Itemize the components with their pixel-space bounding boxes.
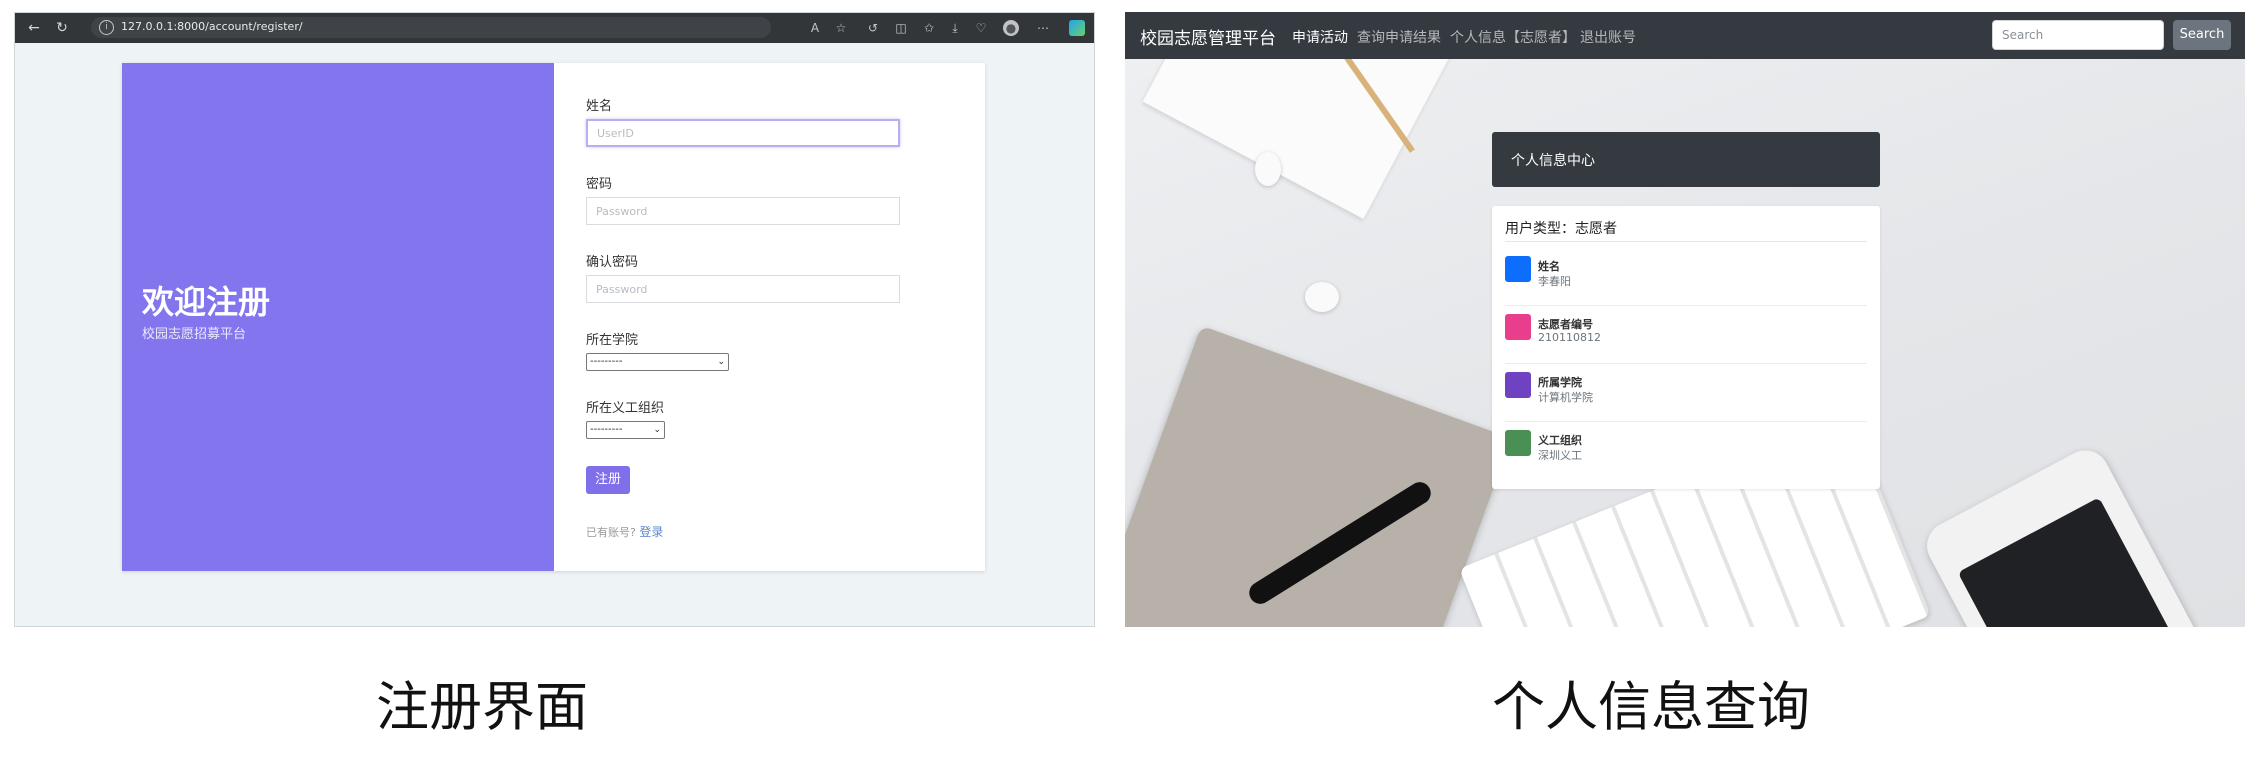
caption-info-query: 个人信息查询 xyxy=(1492,677,1810,738)
profile-avatar-icon[interactable]: ● xyxy=(1003,20,1019,36)
register-button[interactable]: 注册 xyxy=(586,466,630,494)
row-label: 姓名 xyxy=(1538,260,1560,273)
color-swatch xyxy=(1505,314,1531,340)
earbud-image xyxy=(1305,282,1339,312)
divider xyxy=(1505,241,1867,242)
caption-register: 注册界面 xyxy=(376,677,588,738)
fabric-notebook-image xyxy=(1125,325,1512,627)
chevron-down-icon: ⌄ xyxy=(653,425,661,435)
row-label: 义工组织 xyxy=(1538,434,1582,447)
org-select[interactable]: --------- ⌄ xyxy=(586,421,665,439)
refresh-tab-icon[interactable]: ↺ xyxy=(865,20,881,36)
list-item: 义工组织 深圳义工 xyxy=(1505,422,1867,480)
login-link[interactable]: 登录 xyxy=(639,525,663,539)
row-value: 李春阳 xyxy=(1538,275,1571,288)
read-aloud-icon[interactable]: A xyxy=(807,20,823,36)
color-swatch xyxy=(1505,372,1531,398)
chevron-down-icon: ⌄ xyxy=(717,357,725,367)
info-card: 用户类型：志愿者 姓名 李春阳 志愿者编号 210110812 所属学院 计算机… xyxy=(1492,206,1880,489)
college-label: 所在学院 xyxy=(586,333,639,348)
brand-title[interactable]: 校园志愿管理平台 xyxy=(1140,24,1276,49)
row-label: 所属学院 xyxy=(1538,376,1582,389)
info-center-title: 个人信息中心 xyxy=(1511,153,1595,169)
top-navbar: 校园志愿管理平台 申请活动 查询申请结果 个人信息【志愿者】 退出账号 Sear… xyxy=(1125,12,2245,59)
color-swatch xyxy=(1505,430,1531,456)
register-card: 欢迎注册 校园志愿招募平台 姓名 密码 确认密码 所在学院 --------- … xyxy=(122,63,985,571)
favorite-star-icon[interactable]: ☆ xyxy=(833,20,849,36)
search-button[interactable]: Search xyxy=(2173,20,2231,50)
org-label: 所在义工组织 xyxy=(586,401,665,416)
row-value: 计算机学院 xyxy=(1538,391,1593,404)
user-type: 用户类型：志愿者 xyxy=(1505,221,1617,237)
row-value: 深圳义工 xyxy=(1538,449,1582,462)
earbud-image xyxy=(1255,152,1281,186)
nav-logout[interactable]: 退出账号 xyxy=(1580,27,1636,47)
row-label: 志愿者编号 xyxy=(1538,318,1593,331)
college-select-value: --------- xyxy=(590,356,623,367)
list-item: 志愿者编号 210110812 xyxy=(1505,306,1867,364)
welcome-panel: 欢迎注册 校园志愿招募平台 xyxy=(122,63,554,571)
reload-icon[interactable]: ↻ xyxy=(53,19,71,37)
confirm-password-input[interactable] xyxy=(586,275,900,303)
split-screen-icon[interactable]: ◫ xyxy=(893,20,909,36)
heart-icon[interactable]: ♡ xyxy=(973,20,989,36)
nav-apply-activity[interactable]: 申请活动 xyxy=(1292,27,1348,47)
confirm-password-label: 确认密码 xyxy=(586,255,639,270)
favorites-icon[interactable]: ✩ xyxy=(921,20,937,36)
browser-toolbar: ← ↻ i 127.0.0.1:8000/account/register/ A… xyxy=(15,13,1094,43)
site-info-icon[interactable]: i xyxy=(99,20,114,35)
name-label: 姓名 xyxy=(586,99,613,114)
login-prompt: 已有账号? 登录 xyxy=(586,523,663,540)
address-bar[interactable]: i 127.0.0.1:8000/account/register/ xyxy=(91,17,771,38)
copilot-icon[interactable] xyxy=(1069,20,1085,36)
welcome-title: 欢迎注册 xyxy=(142,283,271,321)
url-text: 127.0.0.1:8000/account/register/ xyxy=(121,20,303,33)
list-item: 姓名 李春阳 xyxy=(1505,248,1867,306)
color-swatch xyxy=(1505,256,1531,282)
info-screenshot: 校园志愿管理平台 申请活动 查询申请结果 个人信息【志愿者】 退出账号 Sear… xyxy=(1125,12,2245,627)
back-arrow-icon[interactable]: ← xyxy=(25,19,43,37)
row-value: 210110812 xyxy=(1538,331,1601,344)
list-item: 所属学院 计算机学院 xyxy=(1505,364,1867,422)
have-account-text: 已有账号? xyxy=(586,526,636,539)
password-input[interactable] xyxy=(586,197,900,225)
college-select[interactable]: --------- ⌄ xyxy=(586,353,729,371)
register-screenshot: ← ↻ i 127.0.0.1:8000/account/register/ A… xyxy=(14,12,1095,627)
search-input[interactable] xyxy=(1992,20,2164,50)
org-select-value: --------- xyxy=(590,424,623,435)
userid-input[interactable] xyxy=(586,119,900,147)
nav-query-results[interactable]: 查询申请结果 xyxy=(1357,27,1441,47)
welcome-subtitle: 校园志愿招募平台 xyxy=(142,327,247,342)
more-menu-icon[interactable]: ⋯ xyxy=(1035,20,1051,36)
password-label: 密码 xyxy=(586,177,613,192)
nav-personal-info[interactable]: 个人信息【志愿者】 xyxy=(1450,27,1576,47)
download-icon[interactable]: ⤓ xyxy=(947,20,963,36)
info-center-header: 个人信息中心 xyxy=(1492,132,1880,187)
